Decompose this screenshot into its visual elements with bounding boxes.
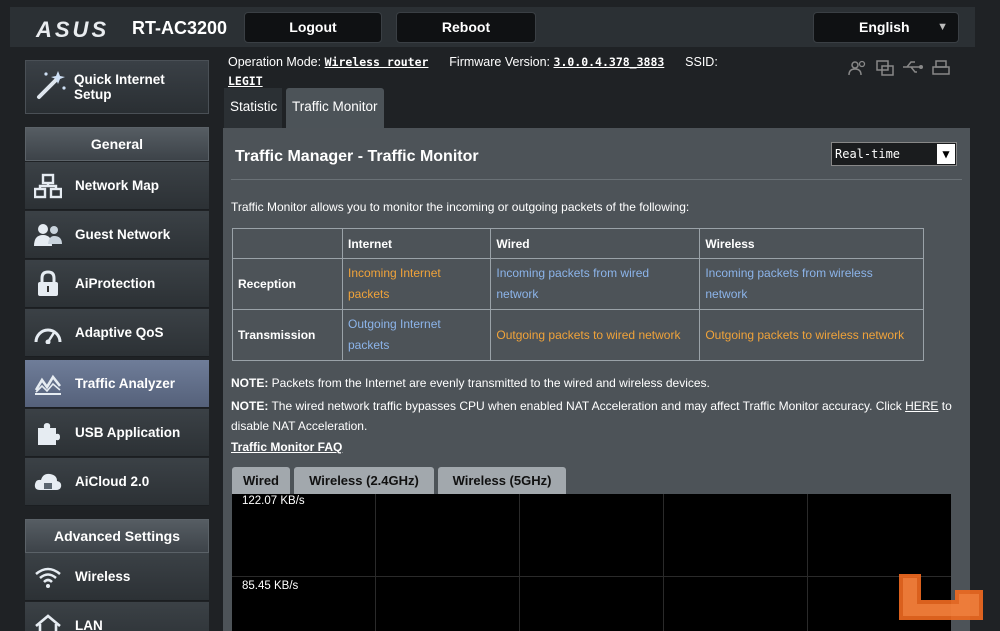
advanced-settings-header: Advanced Settings (25, 519, 209, 553)
watermark-logo (895, 572, 987, 627)
general-section-header: General (25, 127, 209, 161)
sidebar-item-aicloud[interactable]: AiCloud 2.0 (25, 458, 209, 506)
graph-tab-wired[interactable]: Wired (232, 467, 290, 494)
table-header: Wired (490, 228, 701, 259)
reboot-button[interactable]: Reboot (396, 12, 536, 43)
traffic-monitor-panel: Traffic Manager - Traffic Monitor Real-t… (223, 128, 970, 631)
quick-internet-setup-button[interactable]: Quick Internet Setup (25, 60, 209, 114)
magic-wand-icon (34, 68, 74, 107)
tab-statistic[interactable]: Statistic (224, 88, 282, 128)
sidebar-item-label: Guest Network (75, 227, 171, 242)
sidebar-item-traffic-analyzer[interactable]: Traffic Analyzer (25, 360, 209, 408)
firmware-link[interactable]: 3.0.0.4.378_3883 (554, 55, 665, 69)
note-text: Packets from the Internet are evenly tra… (268, 376, 710, 390)
sidebar-item-network-map[interactable]: Network Map (25, 162, 209, 210)
chevron-down-icon: ▼ (937, 21, 948, 33)
quick-setup-label: Quick Internet Setup (74, 72, 165, 102)
sidebar-item-label: Network Map (75, 178, 160, 193)
note-text: The wired network traffic bypasses CPU w… (268, 399, 906, 413)
clients-icon[interactable] (848, 60, 868, 81)
table-row: Transmission Outgoing Internet packets O… (232, 309, 924, 361)
table-cell: Outgoing packets to wired network (490, 309, 701, 361)
table-cell: Incoming packets from wireless network (699, 258, 924, 310)
table-cell: Outgoing Internet packets (341, 309, 492, 361)
cloud-icon (33, 467, 63, 497)
sidebar-item-lan[interactable]: LAN (25, 602, 209, 631)
table-row: Reception Incoming Internet packets Inco… (232, 258, 924, 310)
sidebar-item-guest-network[interactable]: Guest Network (25, 211, 209, 259)
note-internet-packets: NOTE: Packets from the Internet are even… (231, 373, 961, 393)
grid-line (663, 494, 664, 631)
sidebar-item-wireless[interactable]: Wireless (25, 553, 209, 601)
sidebar-item-label: AiCloud 2.0 (75, 474, 150, 489)
top-bar: ASUS RT-AC3200 Logout Reboot English ▼ (10, 7, 975, 47)
note-label: NOTE: (231, 376, 269, 390)
table-header-row: Internet Wired Wireless (232, 228, 924, 259)
sidebar-item-label: Adaptive QoS (75, 325, 164, 340)
sidebar-item-label: LAN (75, 618, 103, 631)
traffic-chart-icon (33, 369, 63, 399)
logout-button[interactable]: Logout (244, 12, 382, 43)
note-label: NOTE: (231, 399, 269, 413)
description: Traffic Monitor allows you to monitor th… (231, 200, 690, 214)
traffic-monitor-faq-link[interactable]: Traffic Monitor FAQ (231, 440, 342, 454)
ssid-label: SSID: (685, 55, 718, 69)
wifi-icon (33, 562, 63, 592)
monitor-mode-select[interactable]: Real-time ▼ (831, 142, 957, 166)
tab-traffic-monitor[interactable]: Traffic Monitor (286, 88, 384, 128)
monitor-mode-value: Real-time (835, 147, 901, 161)
devices-icon[interactable] (876, 60, 894, 81)
guest-network-icon (33, 220, 63, 250)
sidebar-item-label: USB Application (75, 425, 181, 440)
divider (231, 179, 962, 180)
chevron-down-icon: ▼ (937, 144, 955, 164)
gauge-icon (33, 318, 63, 348)
asus-logo: ASUS (36, 17, 110, 42)
sidebar-item-label: Traffic Analyzer (75, 376, 176, 391)
here-link[interactable]: HERE (905, 399, 938, 413)
status-icons (848, 60, 950, 81)
language-select[interactable]: English ▼ (813, 12, 959, 43)
lock-icon (33, 269, 63, 299)
graph-tab-wireless-24ghz[interactable]: Wireless (2.4GHz) (294, 467, 434, 494)
operation-mode-label: Operation Mode: (228, 55, 322, 69)
grid-line (807, 494, 808, 631)
page-title: Traffic Manager - Traffic Monitor (235, 148, 479, 165)
ssid-value[interactable]: LEGIT (228, 74, 263, 88)
language-value: English (859, 19, 910, 35)
table-cell: Incoming Internet packets (341, 258, 492, 310)
firmware-label: Firmware Version: (449, 55, 551, 69)
graph-tab-wireless-5ghz[interactable]: Wireless (5GHz) (438, 467, 566, 494)
operation-mode-link[interactable]: Wireless router (325, 55, 429, 69)
sidebar-item-aiprotection[interactable]: AiProtection (25, 260, 209, 308)
house-icon (33, 611, 63, 631)
printer-icon[interactable] (932, 60, 950, 81)
row-header: Reception (232, 258, 343, 310)
network-map-icon (33, 171, 63, 201)
graph-y-label: 122.07 KB/s (242, 495, 305, 507)
note-nat-acceleration: NOTE: The wired network traffic bypasses… (231, 396, 961, 436)
grid-line (519, 494, 520, 631)
puzzle-icon (33, 418, 63, 448)
graph-y-label: 85.45 KB/s (242, 580, 299, 592)
grid-line (375, 494, 376, 631)
sidebar-item-usb-application[interactable]: USB Application (25, 409, 209, 457)
sidebar-item-label: Wireless (75, 569, 131, 584)
table-cell: Incoming packets from wired network (490, 258, 701, 310)
usb-icon[interactable] (902, 60, 924, 81)
status-line: Operation Mode: Wireless router Firmware… (228, 53, 788, 91)
sidebar-item-label: AiProtection (75, 276, 156, 291)
table-header (232, 228, 343, 259)
grid-line (232, 576, 951, 577)
row-header: Transmission (232, 309, 343, 361)
sidebar-item-adaptive-qos[interactable]: Adaptive QoS (25, 309, 209, 357)
table-header: Internet (341, 228, 492, 259)
table-cell: Outgoing packets to wireless network (699, 309, 924, 361)
router-model: RT-AC3200 (132, 18, 228, 38)
traffic-types-table: Internet Wired Wireless Reception Incomi… (232, 228, 924, 361)
traffic-graph: 122.07 KB/s 85.45 KB/s (232, 494, 951, 631)
table-header: Wireless (699, 228, 924, 259)
